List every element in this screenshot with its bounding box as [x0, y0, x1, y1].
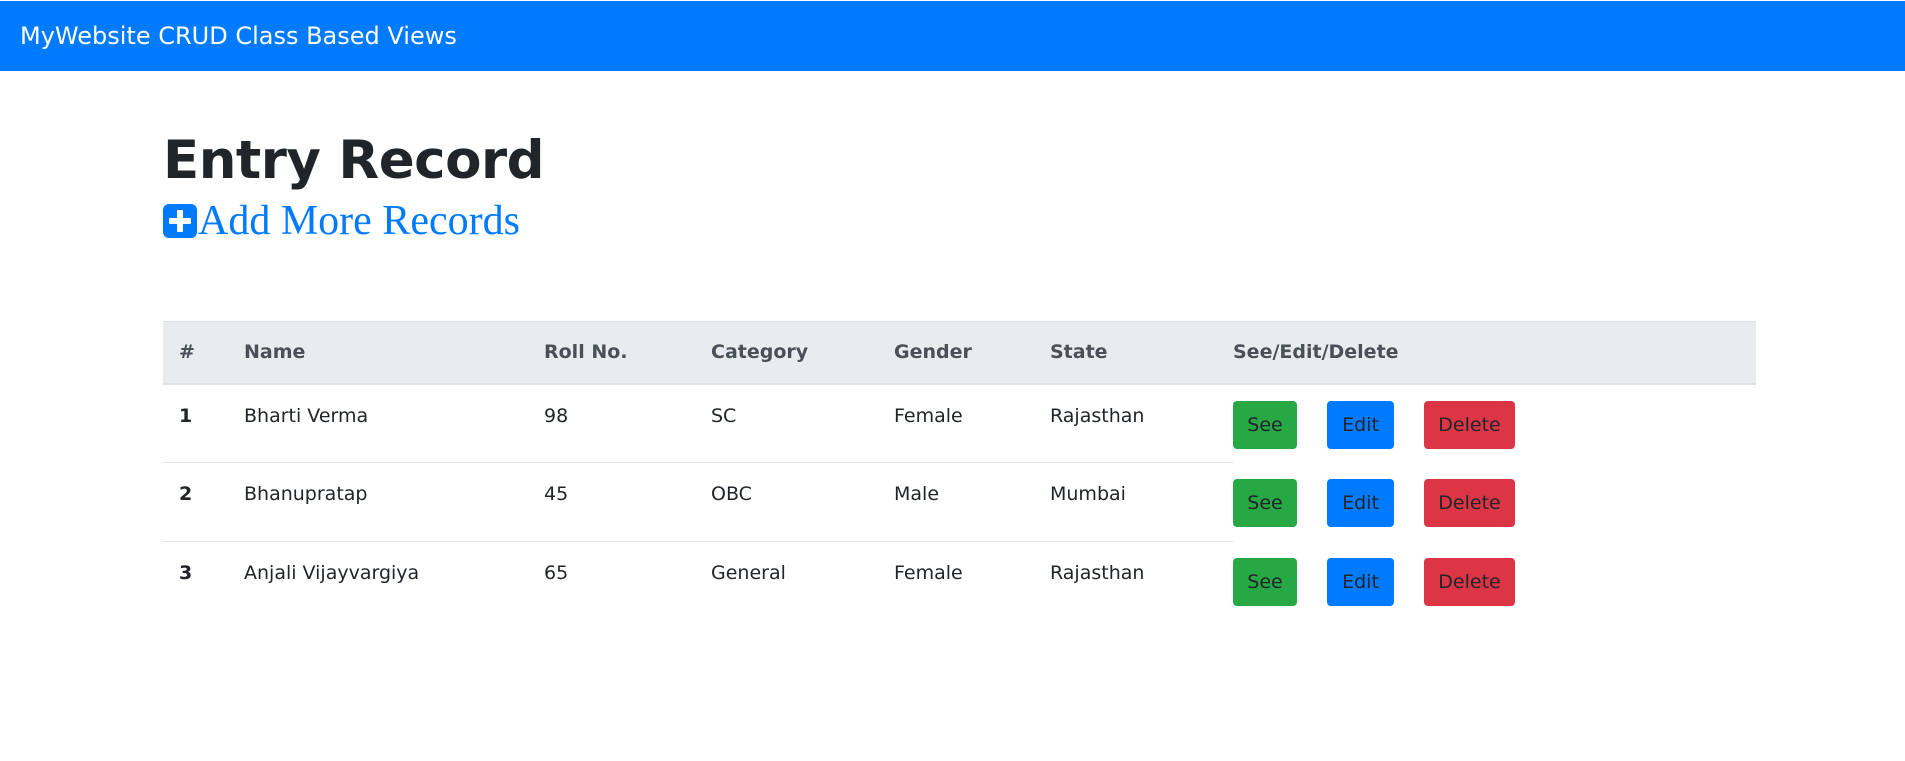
header-name: Name — [244, 321, 544, 385]
navbar-brand[interactable]: MyWebsite CRUD Class Based Views — [20, 22, 457, 50]
row-category: SC — [711, 404, 737, 427]
table-row: 1 Bharti Verma 98 SC Female Rajasthan Se… — [163, 384, 1756, 463]
row-name: Bharti Verma — [244, 404, 369, 427]
delete-button[interactable]: Delete — [1424, 558, 1515, 606]
see-button[interactable]: See — [1233, 400, 1297, 449]
table-row: 3 Anjali Vijayvargiya 65 General Female … — [163, 541, 1756, 621]
edit-button[interactable]: Edit — [1327, 558, 1394, 606]
edit-button[interactable]: Edit — [1327, 479, 1394, 527]
add-more-records-link[interactable]: Add More Records — [163, 198, 520, 244]
header-category: Category — [711, 321, 894, 385]
row-roll: 98 — [544, 404, 569, 427]
row-index: 1 — [179, 404, 193, 427]
row-roll: 45 — [544, 462, 711, 542]
add-more-records-label: Add More Records — [198, 198, 520, 244]
row-category: General — [711, 541, 894, 621]
row-gender: Male — [894, 462, 1050, 542]
row-name: Bhanupratap — [244, 462, 544, 542]
row-state: Mumbai — [1050, 462, 1233, 542]
edit-button[interactable]: Edit — [1327, 400, 1394, 449]
table-header-row: # Name Roll No. Category Gender State Se… — [163, 321, 1756, 385]
plus-square-icon — [163, 204, 197, 238]
row-name: Anjali Vijayvargiya — [244, 541, 544, 621]
row-actions: See Edit Delete — [1233, 384, 1756, 463]
row-index: 3 — [163, 541, 244, 621]
records-table: # Name Roll No. Category Gender State Se… — [163, 321, 1756, 621]
see-button[interactable]: See — [1233, 479, 1297, 527]
table-row: 2 Bhanupratap 45 OBC Male Mumbai See Edi… — [163, 462, 1756, 542]
delete-button[interactable]: Delete — [1424, 400, 1515, 449]
row-actions: See Edit Delete — [1233, 463, 1756, 542]
row-index: 2 — [163, 462, 244, 542]
row-category: OBC — [711, 462, 894, 542]
row-state: Rajasthan — [1050, 404, 1145, 427]
row-state: Rajasthan — [1050, 541, 1233, 621]
row-roll: 65 — [544, 541, 711, 621]
header-state: State — [1050, 321, 1233, 385]
delete-button[interactable]: Delete — [1424, 479, 1515, 527]
row-gender: Female — [894, 541, 1050, 621]
page-title: Entry Record — [163, 130, 545, 191]
see-button[interactable]: See — [1233, 558, 1297, 606]
navbar: MyWebsite CRUD Class Based Views — [0, 1, 1905, 71]
header-roll: Roll No. — [544, 321, 711, 385]
header-gender: Gender — [894, 321, 1050, 385]
header-index: # — [163, 321, 244, 385]
header-actions: See/Edit/Delete — [1233, 321, 1756, 385]
row-gender: Female — [894, 404, 963, 427]
row-actions: See Edit Delete — [1233, 542, 1756, 621]
